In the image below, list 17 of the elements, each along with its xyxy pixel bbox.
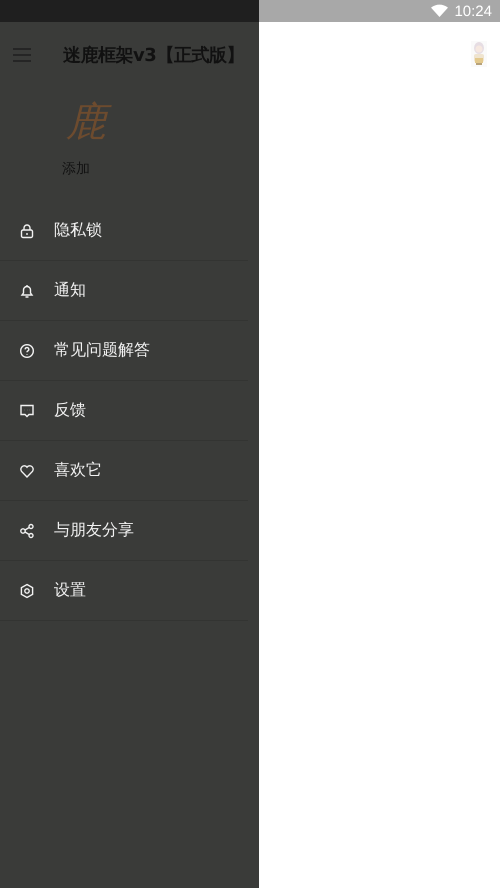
drawer-item[interactable]: 反馈 (0, 381, 248, 441)
wifi-icon (431, 4, 448, 18)
share-icon (19, 522, 35, 538)
lock-icon (19, 222, 35, 238)
bell-icon (19, 282, 35, 298)
help-icon (19, 342, 35, 358)
drawer-item[interactable]: 与朋友分享 (0, 501, 248, 561)
chat-bubble-icon (19, 402, 35, 418)
drawer-item[interactable]: 常见问题解答 (0, 321, 248, 381)
drawer-item[interactable]: 通知 (0, 261, 248, 321)
settings-icon (19, 582, 35, 598)
status-time: 10:24 (454, 2, 492, 20)
drawer-item[interactable]: 喜欢它 (0, 441, 248, 501)
drawer-item[interactable]: 隐私锁 (0, 201, 248, 261)
menu-icon[interactable] (13, 48, 31, 62)
drawer-item[interactable]: 设置 (0, 561, 248, 621)
heart-icon (19, 462, 35, 478)
